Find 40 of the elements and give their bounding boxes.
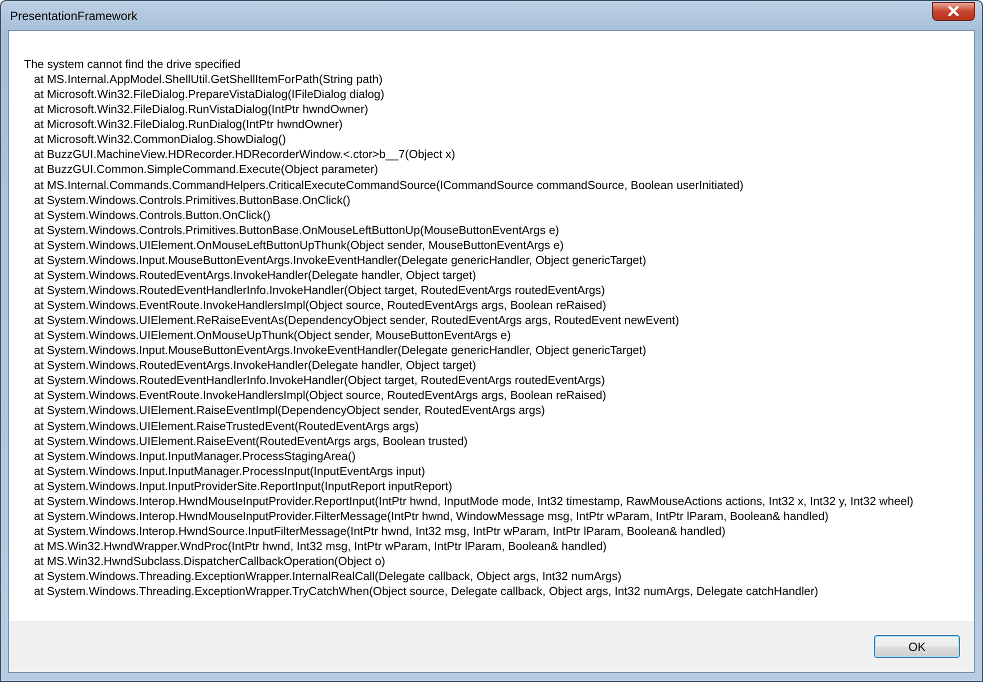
stack-trace-line: at System.Windows.EventRoute.InvokeHandlersImpl(Object source, RoutedEventArgs args, Boolean reRaised) (33, 388, 608, 404)
stack-trace-line: at System.Windows.RoutedEventArgs.InvokeHandler(Delegate handler, Object target) (33, 268, 478, 283)
stack-trace-line: at System.Windows.UIElement.OnMouseLeftButtonUpThunk(Object sender, MouseButtonEventArgs e) (33, 238, 565, 253)
stack-trace-line: at System.Windows.RoutedEventHandlerInfo.InvokeHandler(Object target, RoutedEventArgs routedEventArgs) (33, 282, 606, 298)
stack-trace-line: at System.Windows.Interop.HwndSource.InputFilterMessage(IntPtr hwnd, Int32 msg, IntPtr wParam, IntPtr lParam, Boolean& handled) (33, 524, 726, 539)
stack-trace-line: at System.Windows.UIElement.ReRaiseEventAs(DependencyObject sender, RoutedEventArgs args, RoutedEvent newEvent) (33, 313, 680, 328)
stack-trace-line: at System.Windows.Input.InputProviderSite.ReportInput(InputReport inputReport) (33, 478, 454, 494)
close-icon (948, 6, 959, 16)
stack-trace-line: at System.Windows.RoutedEventHandlerInfo.InvokeHandler(Object target, RoutedEventArgs routedEventArgs) (33, 373, 606, 388)
stack-trace-line: at System.Windows.UIElement.RaiseTrustedEvent(RoutedEventArgs args) (33, 418, 420, 434)
stack-trace-line: at System.Windows.Input.MouseButtonEventArgs.InvokeEventHandler(Delegate genericHandler, Object genericTarget) (33, 252, 648, 268)
stack-trace-line: at System.Windows.Controls.Primitives.ButtonBase.OnMouseLeftButtonUp(MouseButtonEventArgs e) (33, 222, 560, 238)
stack-trace-line: at MS.Win32.HwndWrapper.WndProc(IntPtr hwnd, Int32 msg, IntPtr wParam, IntPtr lParam, Boolean& handled) (33, 539, 608, 554)
stack-trace-line: at System.Windows.EventRoute.InvokeHandlersImpl(Object source, RoutedEventArgs args, Boolean reRaised) (33, 298, 608, 314)
stack-trace-line: at System.Windows.UIElement.RaiseEventImpl(DependencyObject sender, RoutedEventArgs args) (33, 403, 546, 418)
stack-trace-line: at System.Windows.Interop.HwndMouseInputProvider.ReportInput(IntPtr hwnd, InputMode mode, Int32 timestamp, RawMouseActions actions, Int32 x, Int32 y, Int32 wheel) (33, 494, 914, 509)
stack-trace-line: at System.Windows.RoutedEventArgs.InvokeHandler(Delegate handler, Object target) (33, 358, 478, 374)
stack-trace-line: at System.Windows.Controls.Button.OnClick() (33, 208, 272, 223)
stack-trace-line: at Microsoft.Win32.FileDialog.RunVistaDialog(IntPtr hwndOwner) (33, 102, 370, 118)
stack-trace-line: at System.Windows.Threading.ExceptionWrapper.InternalRealCall(Delegate callback, Object args, Int32 numArgs) (33, 569, 622, 584)
stack-trace-line: at System.Windows.Threading.ExceptionWrapper.TryCatchWhen(Object source, Delegate callback, Object args, Int32 numArgs, Delegate catchHandler) (33, 584, 820, 600)
stack-trace-line: at MS.Internal.Commands.CommandHelpers.CriticalExecuteCommandSource(ICommandSource commandSource, Boolean userInitiated) (33, 178, 744, 193)
stack-trace-line: at MS.Win32.HwndSubclass.DispatcherCallbackOperation(Object o) (33, 554, 386, 570)
stack-trace-line: at System.Windows.Interop.HwndMouseInputProvider.FilterMessage(IntPtr hwnd, WindowMessage msg, IntPtr wParam, IntPtr lParam, Boolean& handled) (33, 508, 830, 524)
stack-trace-line: at System.Windows.Controls.Primitives.ButtonBase.OnClick() (33, 192, 352, 208)
stack-trace-line: at System.Windows.Input.MouseButtonEventArgs.InvokeEventHandler(Delegate genericHandler, Object genericTarget) (33, 343, 648, 358)
stack-trace-line: at System.Windows.UIElement.RaiseEvent(RoutedEventArgs args, Boolean trusted) (33, 434, 469, 449)
stack-trace-line: at System.Windows.UIElement.OnMouseUpThunk(Object sender, MouseButtonEventArgs e) (33, 328, 512, 344)
error-message: The system cannot find the drive specified (24, 57, 242, 72)
stack-trace-line: at System.Windows.Input.InputManager.ProcessInput(InputEventArgs input) (33, 464, 426, 479)
ok-button[interactable]: OK (874, 635, 960, 658)
stack-trace-line: at BuzzGUI.Common.SimpleCommand.Execute(Object parameter) (33, 162, 380, 178)
stack-trace-line: at Microsoft.Win32.CommonDialog.ShowDialog() (33, 132, 287, 148)
stack-trace-line: at System.Windows.Input.InputManager.ProcessStagingArea() (33, 448, 357, 464)
window-title: PresentationFramework (9, 8, 138, 22)
stack-trace-line: at Microsoft.Win32.FileDialog.PrepareVistaDialog(IFileDialog dialog) (33, 87, 386, 102)
stack-trace-line: at MS.Internal.AppModel.ShellUtil.GetShellItemForPath(String path) (33, 72, 384, 88)
stack-trace-line: at BuzzGUI.MachineView.HDRecorder.HDRecorderWindow.<.ctor>b__7(Object x) (33, 147, 456, 162)
stack-trace-line: at Microsoft.Win32.FileDialog.RunDialog(IntPtr hwndOwner) (33, 117, 344, 132)
close-button[interactable] (932, 2, 975, 20)
